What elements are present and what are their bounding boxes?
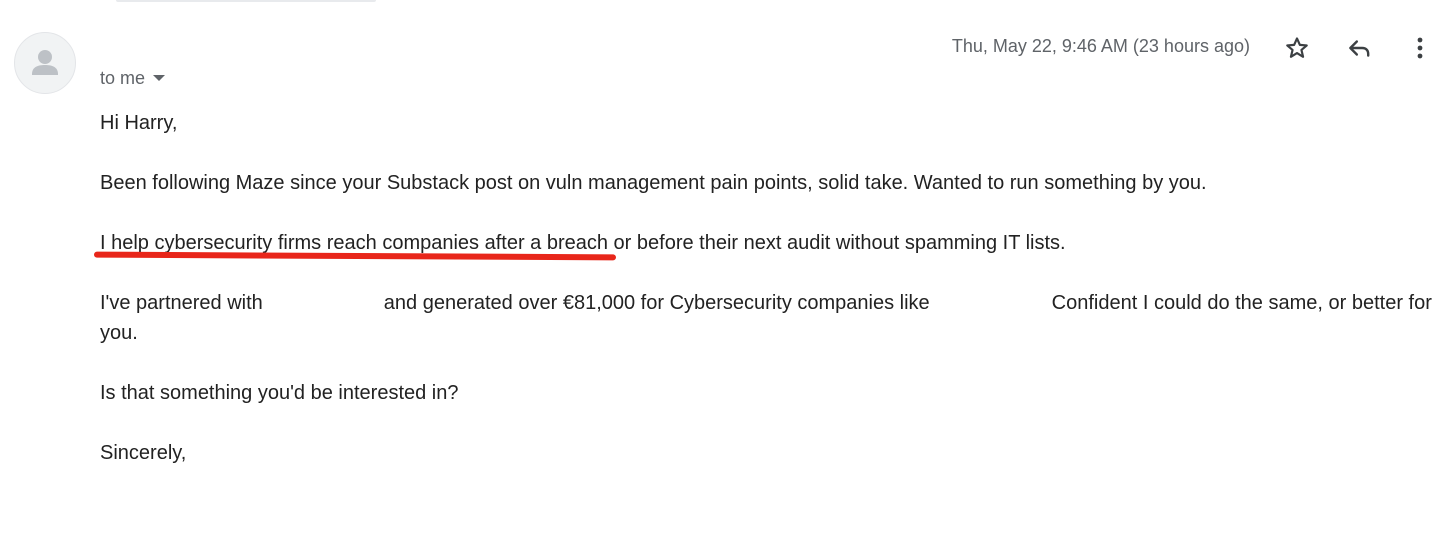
star-icon [1286, 37, 1308, 58]
intro-paragraph: Been following Maze since your Substack … [100, 172, 1207, 194]
question-paragraph: Is that something you'd be interested in… [100, 382, 459, 404]
more-vert-icon [1417, 37, 1423, 59]
caret-down-icon [153, 75, 166, 81]
previous-element-edge [116, 0, 376, 2]
person-avatar-icon [32, 50, 58, 75]
results-paragraph: I've partnered with and generated over €8… [100, 288, 1445, 348]
message-timestamp: Thu, May 22, 9:46 AM (23 hours ago) [951, 36, 1250, 56]
reply-icon [1349, 40, 1370, 57]
recipient-details-toggle[interactable]: to me [100, 66, 166, 90]
sender-avatar[interactable] [14, 32, 76, 94]
results-text-part1: I've partnered with [100, 292, 263, 314]
closing-line: Sincerely, [100, 442, 187, 464]
recipient-label: to me [100, 67, 146, 88]
results-text-part2: and generated over €81,000 for Cybersecu… [383, 292, 930, 314]
star-button[interactable] [1279, 30, 1315, 66]
greeting-line: Hi Harry, [100, 112, 178, 134]
email-message-view: to me Thu, May 22, 9:46 AM (23 hours ago… [0, 0, 1456, 539]
reply-button[interactable] [1341, 30, 1377, 66]
more-options-button[interactable] [1402, 30, 1438, 66]
message-body: Hi Harry, Been following Maze since your… [100, 108, 1445, 498]
